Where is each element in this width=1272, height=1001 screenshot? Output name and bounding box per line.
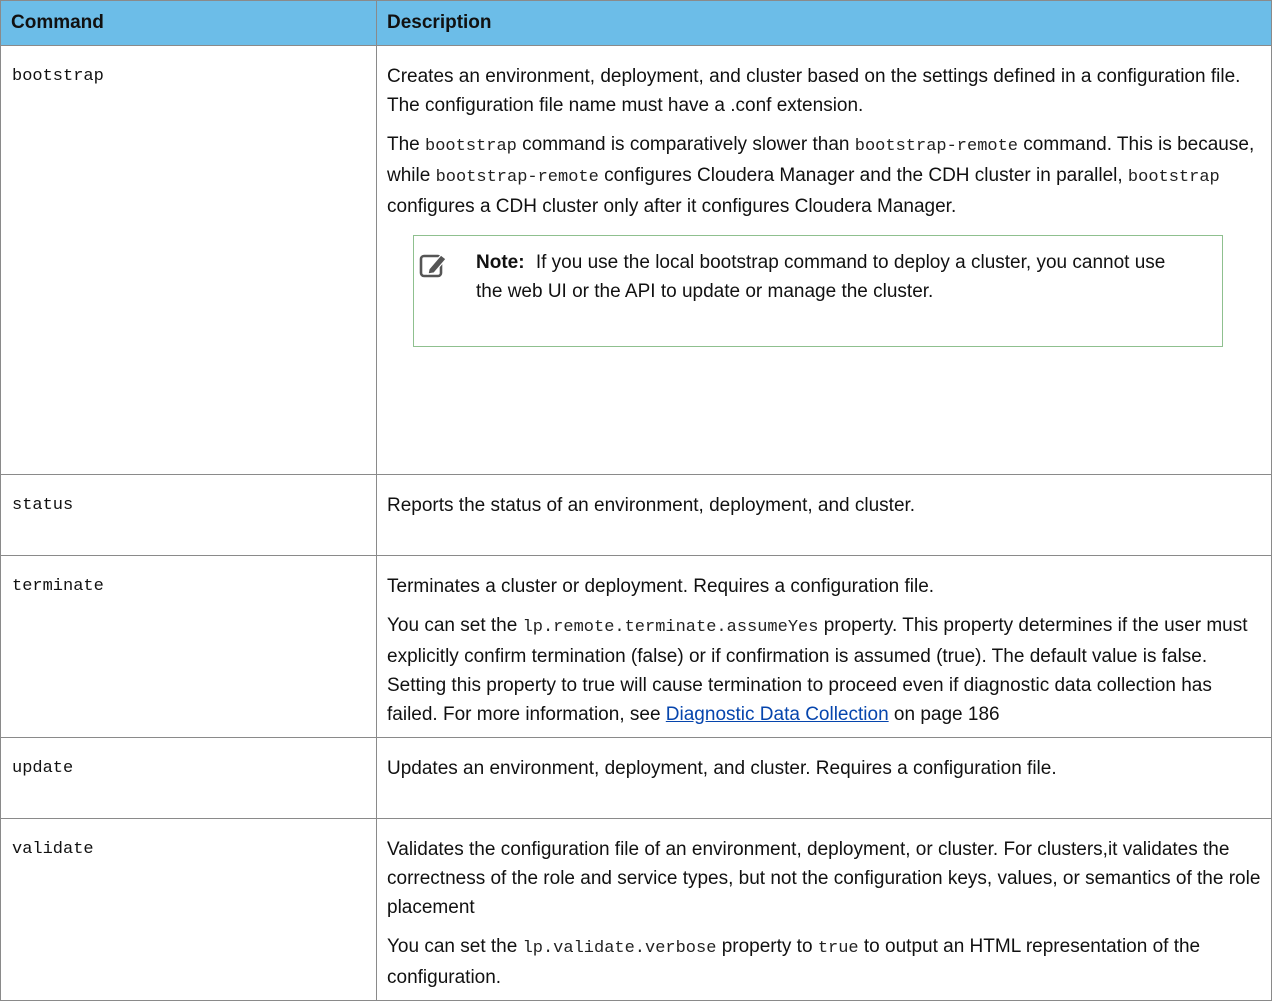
command-description: Reports the status of an environment, de… xyxy=(376,474,1272,556)
code-snippet: bootstrap xyxy=(1127,168,1220,187)
code-snippet: bootstrap xyxy=(425,137,517,156)
command-description: Terminates a cluster or deployment. Requ… xyxy=(376,555,1272,738)
description-paragraph: Creates an environment, deployment, and … xyxy=(387,66,1241,116)
description-paragraph: The bootstrap command is comparatively s… xyxy=(387,130,1261,221)
description-paragraph: Reports the status of an environment, de… xyxy=(387,495,916,516)
column-header-command: Command xyxy=(0,0,377,46)
code-snippet: bootstrap-remote xyxy=(435,168,599,187)
text-span: property to xyxy=(716,936,818,957)
command-name: terminate xyxy=(0,555,377,738)
table-row: validate Validates the configuration fil… xyxy=(0,818,1272,1001)
table-row: terminate Terminates a cluster or deploy… xyxy=(0,555,1272,738)
column-header-description: Description xyxy=(376,0,1272,46)
table-row: bootstrap Creates an environment, deploy… xyxy=(0,45,1272,475)
table-header-row: Command Description xyxy=(0,0,1272,46)
commands-table: Command Description bootstrap Creates an… xyxy=(0,0,1272,1001)
command-name: status xyxy=(0,474,377,556)
table-row: status Reports the status of an environm… xyxy=(0,474,1272,556)
text-span: configures Cloudera Manager and the CDH … xyxy=(598,165,1128,186)
description-paragraph: Validates the configuration file of an e… xyxy=(387,839,1261,918)
description-paragraph: You can set the lp.remote.terminate.assu… xyxy=(387,611,1261,729)
command-description: Validates the configuration file of an e… xyxy=(376,818,1272,1001)
command-name: validate xyxy=(0,818,377,1001)
table-row: update Updates an environment, deploymen… xyxy=(0,737,1272,819)
description-paragraph: Terminates a cluster or deployment. Requ… xyxy=(387,576,935,597)
text-span: configures a CDH cluster only after it c… xyxy=(387,196,957,217)
description-paragraph: You can set the lp.validate.verbose prop… xyxy=(387,932,1261,992)
text-span: The xyxy=(387,134,426,155)
code-snippet: lp.validate.verbose xyxy=(522,939,717,958)
command-description: Updates an environment, deployment, and … xyxy=(376,737,1272,819)
text-span: You can set the xyxy=(387,936,523,957)
code-snippet: bootstrap-remote xyxy=(854,137,1019,156)
diagnostic-data-collection-link[interactable]: Diagnostic Data Collection xyxy=(666,704,889,725)
command-description: Creates an environment, deployment, and … xyxy=(376,45,1272,475)
command-name: update xyxy=(0,737,377,819)
edit-note-icon xyxy=(419,254,447,278)
note-label: Note: xyxy=(476,252,525,273)
code-snippet: true xyxy=(817,939,859,958)
description-paragraph: Updates an environment, deployment, and … xyxy=(387,758,1057,779)
text-span: command is comparatively slower than xyxy=(516,134,855,155)
code-snippet: lp.remote.terminate.assumeYes xyxy=(522,618,819,637)
command-name: bootstrap xyxy=(0,45,377,475)
note-text: Note: If you use the local bootstrap com… xyxy=(422,248,1182,306)
text-span: on page 186 xyxy=(888,704,1000,725)
note-content: If you use the local bootstrap command t… xyxy=(476,252,1166,302)
text-span: You can set the xyxy=(387,615,523,636)
note-box: Note: If you use the local bootstrap com… xyxy=(413,235,1223,347)
